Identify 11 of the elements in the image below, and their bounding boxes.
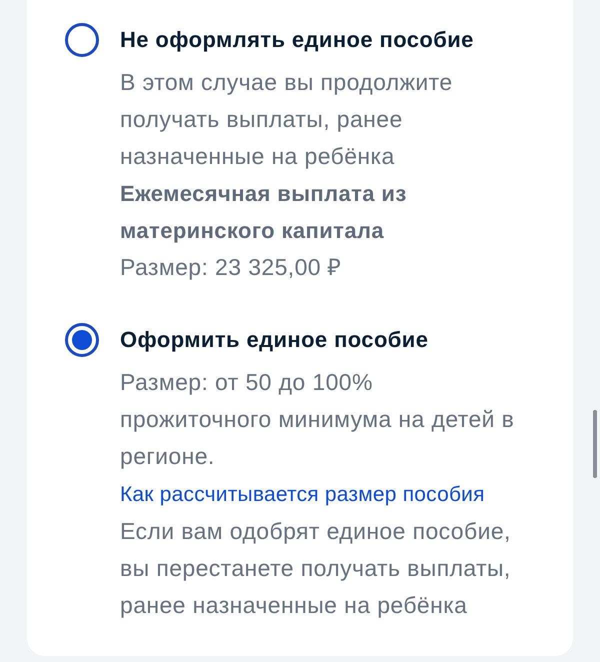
radio-button[interactable] bbox=[65, 323, 99, 357]
radio-button[interactable] bbox=[65, 23, 99, 57]
description-text: Размер: 23 325,00 ₽ bbox=[120, 253, 342, 282]
benefit-name: Ежемесячная выплата из материнского капитала bbox=[120, 180, 408, 245]
description-text: В этом случае вы продолжите получать выплаты, ранее назначенные на ребёнка bbox=[120, 68, 454, 171]
calculation-info-link[interactable]: Как рассчитывается размер пособия bbox=[120, 483, 485, 506]
option-title: Оформить единое пособие bbox=[120, 326, 430, 354]
description-text: Если вам одобрят единое пособие, вы перестанете получать выплаты, ранее назначенные на ребёнка bbox=[120, 517, 512, 620]
scrollbar-thumb bbox=[593, 410, 597, 478]
option-title: Не оформлять единое пособие bbox=[120, 26, 475, 54]
description-text: Размер: от 50 до 100% прожиточного минимума на детей в регионе. Как рассчитывается размер пособия bbox=[120, 368, 516, 508]
